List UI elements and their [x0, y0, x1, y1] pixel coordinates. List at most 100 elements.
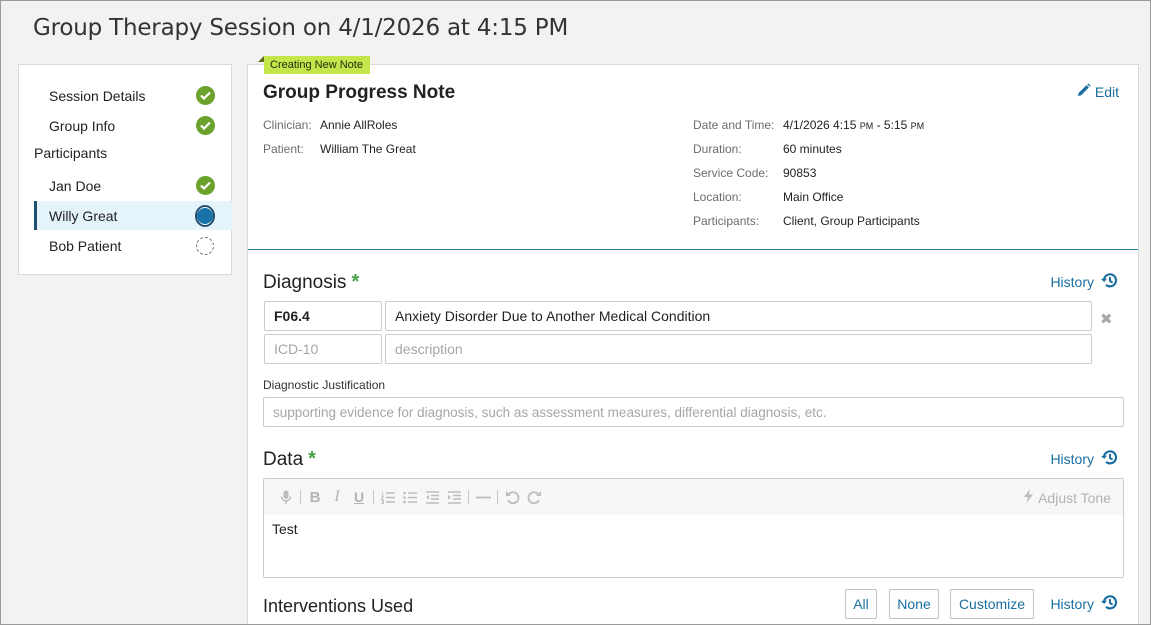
page-title: Group Therapy Session on 4/1/2026 at 4:1…	[33, 15, 569, 41]
microphone-icon[interactable]	[275, 490, 297, 505]
sidebar-item-bob-patient[interactable]: Bob Patient	[34, 231, 232, 260]
diagnostic-justification-label: Diagnostic Justification	[263, 378, 386, 392]
status-indicator	[195, 236, 215, 256]
diagnostic-justification-input[interactable]: supporting evidence for diagnosis, such …	[263, 397, 1124, 427]
clinician-key: Clinician:	[263, 118, 312, 132]
note-title: Group Progress Note	[263, 82, 456, 103]
service-code-row: Service Code: 90853	[693, 166, 816, 180]
service-code-value: 90853	[783, 166, 817, 180]
horizontal-rule-icon[interactable]	[472, 496, 494, 499]
edit-button[interactable]: Edit	[1076, 83, 1119, 101]
editor-toolbar: B I U Adjust Tone	[264, 479, 1123, 515]
duration-key: Duration:	[693, 142, 742, 156]
select-all-button[interactable]: All	[845, 589, 877, 619]
pencil-icon	[1076, 83, 1091, 101]
session-sidebar: Session Details Group Info Participants …	[18, 64, 232, 275]
required-mark: *	[308, 448, 316, 470]
service-code-key: Service Code:	[693, 166, 769, 180]
diagnosis-history-button[interactable]: History	[1050, 271, 1119, 293]
app-window: Group Therapy Session on 4/1/2026 at 4:1…	[0, 0, 1151, 625]
date-time-value: 4/1/2026 4:15 PM - 5:15 PM	[783, 118, 924, 132]
outdent-icon[interactable]	[421, 490, 443, 504]
duration-value: 60 minutes	[783, 142, 842, 156]
sidebar-item-session-details[interactable]: Session Details	[34, 81, 232, 110]
date-end-ampm: PM	[910, 121, 925, 131]
sidebar-item-label: Session Details	[49, 87, 146, 104]
pending-circle-icon	[196, 236, 214, 255]
location-key: Location:	[693, 190, 742, 204]
sidebar-item-label: Group Info	[49, 117, 116, 134]
undo-icon[interactable]	[501, 490, 523, 504]
bold-icon[interactable]: B	[304, 489, 326, 506]
toolbar-separator	[468, 490, 469, 504]
redo-icon[interactable]	[523, 490, 545, 504]
location-value: Main Office	[783, 190, 844, 204]
date-start: 4/1/2026 4:15	[783, 118, 860, 132]
bullet-list-icon[interactable]	[399, 491, 421, 504]
sidebar-item-label: Bob Patient	[49, 237, 122, 254]
status-indicator	[195, 86, 215, 106]
icd10-code-input[interactable]: ICD-10	[264, 334, 382, 364]
toolbar-separator	[300, 490, 301, 504]
sidebar-item-label: Jan Doe	[49, 177, 102, 194]
indent-icon[interactable]	[443, 490, 465, 504]
patient-value: William The Great	[320, 142, 416, 156]
editor-content[interactable]: Test	[264, 515, 1123, 543]
edit-label: Edit	[1094, 84, 1119, 100]
remove-diagnosis-icon[interactable]: ✖	[1100, 310, 1113, 328]
adjust-tone-label: Adjust Tone	[1038, 489, 1111, 506]
check-circle-icon	[195, 86, 215, 105]
data-title: Data *	[263, 448, 316, 471]
section-divider	[248, 249, 1138, 250]
required-mark: *	[351, 271, 360, 293]
participants-row: Participants: Client, Group Participants	[693, 214, 920, 228]
history-icon	[1100, 448, 1119, 470]
underline-icon[interactable]: U	[348, 489, 370, 505]
location-row: Location: Main Office	[693, 190, 843, 204]
participants-value: Client, Group Participants	[783, 214, 920, 228]
icd10-code-field[interactable]: F06.4	[264, 301, 382, 331]
check-circle-icon	[195, 116, 215, 135]
diagnosis-description-field[interactable]: Anxiety Disorder Due to Another Medical …	[385, 301, 1092, 331]
clinician-row: Clinician: Annie AllRoles	[263, 118, 397, 132]
interventions-history-button[interactable]: History	[1050, 593, 1119, 615]
history-label: History	[1050, 596, 1094, 612]
data-title-text: Data	[263, 449, 304, 470]
current-step-icon	[195, 204, 215, 227]
select-none-button[interactable]: None	[889, 589, 939, 619]
sidebar-item-group-info[interactable]: Group Info	[34, 111, 232, 140]
data-rich-text-editor[interactable]: B I U Adjust Tone Test	[263, 478, 1124, 578]
interventions-title: Interventions Used	[263, 596, 414, 616]
toolbar-separator	[373, 490, 374, 504]
customize-button[interactable]: Customize	[950, 589, 1034, 619]
status-badge: Creating New Note	[258, 56, 370, 74]
sidebar-item-label: Willy Great	[49, 207, 118, 224]
sidebar-item-jan-doe[interactable]: Jan Doe	[34, 171, 232, 200]
data-history-button[interactable]: History	[1050, 448, 1119, 470]
diagnosis-title: Diagnosis *	[263, 271, 359, 294]
check-circle-icon	[195, 176, 215, 195]
status-indicator	[195, 116, 215, 136]
history-label: History	[1050, 274, 1094, 290]
status-indicator	[195, 176, 215, 196]
status-indicator	[195, 204, 215, 227]
history-icon	[1100, 271, 1119, 293]
numbered-list-icon[interactable]	[377, 491, 399, 504]
history-icon	[1100, 593, 1119, 615]
note-panel: Creating New Note Group Progress Note Ed…	[247, 56, 1139, 624]
toolbar-separator	[497, 490, 498, 504]
sidebar-item-willy-great[interactable]: Willy Great	[34, 201, 232, 230]
patient-row: Patient: William The Great	[263, 142, 416, 156]
history-label: History	[1050, 451, 1094, 467]
italic-icon[interactable]: I	[326, 488, 348, 506]
patient-key: Patient:	[263, 142, 304, 156]
diagnosis-title-text: Diagnosis	[263, 272, 347, 293]
participants-key: Participants:	[693, 214, 760, 228]
adjust-tone-button[interactable]: Adjust Tone	[1024, 489, 1111, 506]
clinician-value: Annie AllRoles	[320, 118, 398, 132]
duration-row: Duration: 60 minutes	[693, 142, 842, 156]
date-separator: - 5:15	[873, 118, 911, 132]
date-time-row: Date and Time: 4/1/2026 4:15 PM - 5:15 P…	[693, 118, 924, 132]
date-start-ampm: PM	[859, 121, 874, 131]
diagnosis-description-input[interactable]: description	[385, 334, 1092, 364]
